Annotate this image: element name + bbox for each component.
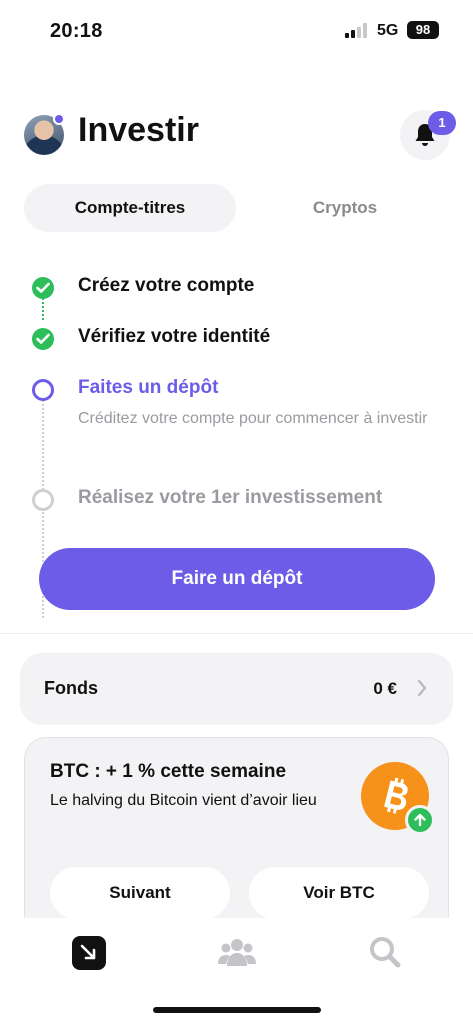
funds-row[interactable]: Fonds 0 € <box>20 653 453 725</box>
divider <box>0 633 473 634</box>
network-label: 5G <box>377 22 399 39</box>
check-icon <box>32 277 54 299</box>
home-indicator <box>153 1007 321 1013</box>
funds-label: Fonds <box>44 678 98 698</box>
avatar-notification-dot <box>53 113 65 125</box>
step-first-investment: Réalisez votre 1er investissement <box>78 487 383 508</box>
chevron-right-icon <box>417 679 427 697</box>
step-deposit-description: Créditez votre compte pour commencer à i… <box>78 410 428 427</box>
current-step-icon <box>32 379 54 401</box>
invest-icon[interactable] <box>72 936 106 970</box>
deposit-button[interactable]: Faire un dépôt <box>39 548 435 610</box>
btc-card-description: Le halving du Bitcoin vient d’avoir lieu <box>50 792 317 809</box>
step-verify-identity: Vérifiez votre identité <box>78 326 271 347</box>
status-bar: 20:18 5G 98 <box>0 0 473 60</box>
search-icon[interactable] <box>368 935 402 969</box>
signal-icon <box>345 23 369 38</box>
btc-news-card: BTC : + 1 % cette semaine Le halving du … <box>24 737 449 937</box>
funds-value: 0 € <box>373 679 397 698</box>
page-title: Investir <box>78 111 199 149</box>
notification-badge: 1 <box>428 111 456 135</box>
pending-step-icon <box>32 489 54 511</box>
arrow-up-icon <box>405 805 435 835</box>
step-deposit[interactable]: Faites un dépôt <box>78 377 218 399</box>
community-icon[interactable] <box>218 936 256 968</box>
tab-cryptos[interactable]: Cryptos <box>250 184 440 232</box>
battery-icon: 98 <box>407 21 439 39</box>
next-button[interactable]: Suivant <box>50 867 230 919</box>
view-btc-button[interactable]: Voir BTC <box>249 867 429 919</box>
step-connector <box>42 298 44 320</box>
check-icon <box>32 328 54 350</box>
step-create-account: Créez votre compte <box>78 275 255 296</box>
btc-card-title: BTC : + 1 % cette semaine <box>50 761 287 782</box>
tab-compte-titres[interactable]: Compte-titres <box>24 184 236 232</box>
bottom-tab-bar <box>0 918 473 1024</box>
status-time: 20:18 <box>50 20 103 42</box>
